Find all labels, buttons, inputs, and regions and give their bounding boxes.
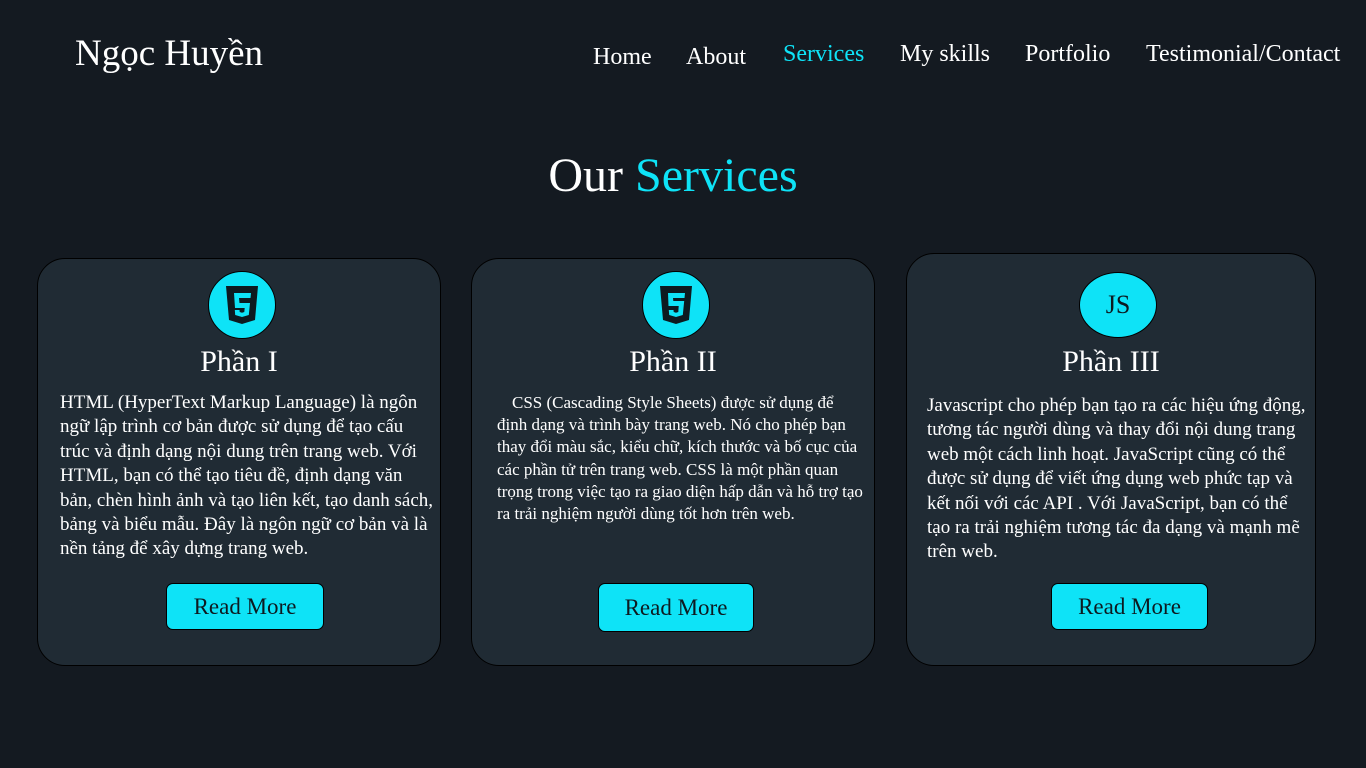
service-card-html: Phần I HTML (HyperText Markup Language) … <box>37 258 441 666</box>
js-icon: JS <box>1079 272 1157 338</box>
service-card-title: Phần II <box>629 345 717 378</box>
service-card-title: Phần III <box>1062 345 1160 378</box>
nav-about[interactable]: About <box>686 44 746 71</box>
read-more-button[interactable]: Read More <box>1051 583 1208 630</box>
service-card-text: Javascript cho phép bạn tạo ra các hiệu … <box>927 395 1306 563</box>
section-heading: Our Services <box>0 148 1346 203</box>
service-card-css: Phần II CSS (Cascading Style Sheets) đượ… <box>471 258 875 666</box>
service-card-js: JS Phần III Javascript cho phép bạn tạo … <box>906 253 1316 666</box>
read-more-button[interactable]: Read More <box>598 583 754 632</box>
css3-icon <box>642 271 710 339</box>
section-heading-plain: Our <box>548 149 624 202</box>
js-icon-label: JS <box>1105 290 1131 319</box>
service-card-text: CSS (Cascading Style Sheets) được sử dụn… <box>497 393 863 524</box>
nav-testimonial-contact[interactable]: Testimonial/Contact <box>1146 41 1340 68</box>
site-logo[interactable]: Ngọc Huyền <box>75 32 263 75</box>
nav-services[interactable]: Services <box>783 41 864 68</box>
nav-portfolio[interactable]: Portfolio <box>1025 41 1110 68</box>
read-more-button[interactable]: Read More <box>166 583 324 630</box>
nav-home[interactable]: Home <box>593 44 652 71</box>
service-card-title: Phần I <box>200 345 278 378</box>
html5-icon <box>208 271 276 339</box>
section-heading-accent: Services <box>635 149 798 202</box>
nav-my-skills[interactable]: My skills <box>900 41 990 68</box>
service-card-text: HTML (HyperText Markup Language) là ngôn… <box>60 392 434 560</box>
